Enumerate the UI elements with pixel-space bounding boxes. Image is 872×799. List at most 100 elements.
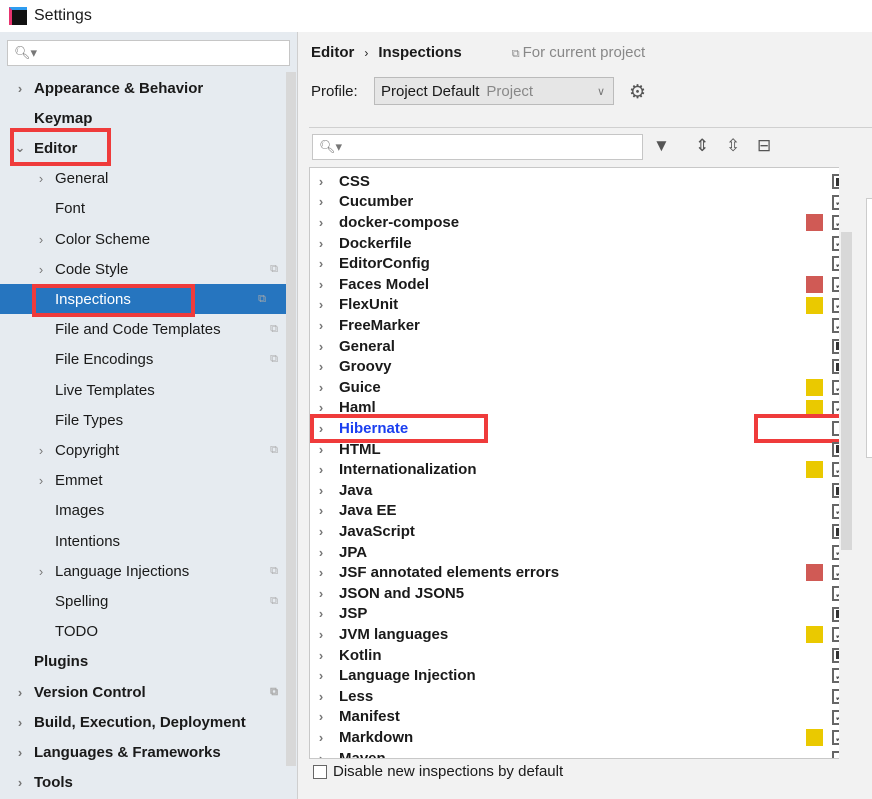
sidebar-item[interactable]: Spelling ⧉ [0,586,298,616]
inspection-row[interactable]: ›Java EE✓ [310,501,847,522]
inspection-row[interactable]: › JSP [310,604,847,625]
chevron-right-icon[interactable]: › [312,462,330,477]
sidebar-item[interactable]: File and Code Templates ⧉ [0,315,298,345]
chevron-right-icon[interactable]: › [312,545,330,560]
chevron-right-icon[interactable]: › [312,359,330,374]
sidebar-item[interactable]: › Color Scheme [0,224,298,254]
chevron-right-icon[interactable]: › [34,262,48,277]
profile-dropdown[interactable]: Project Default Project ∨ [374,77,614,105]
inspection-row[interactable]: › General [310,336,847,357]
inspection-row[interactable]: ›Maven✓ [310,748,847,758]
chevron-right-icon[interactable]: › [312,215,330,230]
chevron-right-icon[interactable]: › [312,174,330,189]
sidebar-item[interactable]: Images [0,496,298,526]
chevron-right-icon[interactable]: › [312,256,330,271]
expand-all-icon[interactable]: ⇕ [695,136,709,156]
inspection-row[interactable]: ›Guice✓ [310,377,847,398]
inspection-row[interactable]: ›docker-compose✓ [310,212,847,233]
inspection-row[interactable]: › CSS [310,171,847,192]
chevron-right-icon[interactable]: › [312,565,330,580]
chevron-right-icon[interactable]: › [312,318,330,333]
chevron-right-icon[interactable]: › [312,483,330,498]
chevron-right-icon[interactable]: › [13,715,27,730]
inspection-row[interactable]: ›JPA✓ [310,542,847,563]
inspection-row[interactable]: › JavaScript [310,521,847,542]
sidebar-item[interactable]: File Types [0,405,298,435]
reset-icon[interactable]: ⊟ [757,136,771,156]
filter-icon[interactable]: ▼ [653,136,670,156]
inspection-row[interactable]: ›JSON and JSON5✓ [310,583,847,604]
inspection-row[interactable]: › Kotlin [310,645,847,666]
inspection-row[interactable]: ›Cucumber✓ [310,192,847,213]
sidebar-item[interactable]: File Encodings ⧉ [0,345,298,375]
chevron-right-icon[interactable]: › [34,473,48,488]
inspection-row[interactable]: ›Markdown✓ [310,727,847,748]
sidebar-item[interactable]: Plugins [0,647,298,677]
sidebar-item[interactable]: TODO [0,617,298,647]
chevron-right-icon[interactable]: › [312,380,330,395]
sidebar-item[interactable]: Font [0,194,298,224]
gear-icon[interactable]: ⚙ [629,81,646,104]
chevron-right-icon[interactable]: › [312,668,330,683]
inspection-row[interactable]: › HTML [310,439,847,460]
inspection-row[interactable]: ›Dockerfile✓ [310,233,847,254]
checkbox-box[interactable] [313,764,327,779]
inspection-row[interactable]: ›EditorConfig✓ [310,253,847,274]
tree-scrollbar-thumb[interactable] [841,232,852,550]
inspection-row[interactable]: ›Language Injection✓ [310,665,847,686]
chevron-right-icon[interactable]: › [312,751,330,758]
chevron-right-icon[interactable]: › [34,171,48,186]
sidebar-item[interactable]: Intentions [0,526,298,556]
inspection-row[interactable]: › Groovy [310,356,847,377]
chevron-right-icon[interactable]: › [312,442,330,457]
sidebar-item[interactable]: › Appearance & Behavior [0,73,298,103]
chevron-right-icon[interactable]: › [312,648,330,663]
sidebar-item[interactable]: Live Templates [0,375,298,405]
sidebar-item[interactable]: › Build, Execution, Deployment [0,707,298,737]
chevron-right-icon[interactable]: › [312,689,330,704]
sidebar-search-input[interactable]: 🔍︎▾ [7,40,290,66]
inspection-row[interactable]: ›FreeMarker✓ [310,315,847,336]
sidebar-item[interactable]: › Copyright ⧉ [0,435,298,465]
chevron-right-icon[interactable]: › [13,775,27,790]
chevron-right-icon[interactable]: › [13,745,27,760]
inspection-row[interactable]: ›JVM languages✓ [310,624,847,645]
breadcrumb-editor[interactable]: Editor [311,44,354,61]
chevron-right-icon[interactable]: › [312,606,330,621]
chevron-right-icon[interactable]: › [312,236,330,251]
chevron-right-icon[interactable]: › [312,400,330,415]
chevron-right-icon[interactable]: › [13,81,27,96]
sidebar-item[interactable]: › Tools [0,768,298,798]
chevron-right-icon[interactable]: › [312,503,330,518]
sidebar-item[interactable]: › Version Control ⧉ [0,677,298,707]
chevron-right-icon[interactable]: › [34,232,48,247]
inspection-row[interactable]: ›JSF annotated elements errors✓ [310,562,847,583]
chevron-right-icon[interactable]: › [312,709,330,724]
inspection-search-input[interactable]: 🔍︎▾ [312,134,643,160]
chevron-right-icon[interactable]: › [312,194,330,209]
sidebar-item[interactable]: › General [0,164,298,194]
chevron-right-icon[interactable]: › [312,524,330,539]
sidebar-item[interactable]: › Languages & Frameworks [0,737,298,767]
sidebar-item[interactable]: › Language Injections ⧉ [0,556,298,586]
inspection-row[interactable]: ›Less✓ [310,686,847,707]
collapse-all-icon[interactable]: ⇳ [726,136,740,156]
chevron-right-icon[interactable]: › [312,730,330,745]
chevron-right-icon[interactable]: › [34,564,48,579]
inspection-row[interactable]: › Java [310,480,847,501]
disable-new-inspections-checkbox[interactable]: Disable new inspections by default [313,763,563,780]
inspection-row[interactable]: ›Manifest✓ [310,707,847,728]
chevron-right-icon[interactable]: › [312,277,330,292]
inspection-row[interactable]: ›FlexUnit✓ [310,295,847,316]
sidebar-scrollbar[interactable] [286,72,296,766]
chevron-right-icon[interactable]: › [312,339,330,354]
chevron-right-icon[interactable]: › [34,443,48,458]
sidebar-item[interactable]: › Emmet [0,466,298,496]
sidebar-item[interactable]: › Code Style ⧉ [0,254,298,284]
inspection-row[interactable]: ›Faces Model✓ [310,274,847,295]
chevron-right-icon[interactable]: › [312,297,330,312]
chevron-right-icon[interactable]: › [13,685,27,700]
inspection-row[interactable]: ›Internationalization✓ [310,459,847,480]
chevron-right-icon[interactable]: › [312,627,330,642]
chevron-right-icon[interactable]: › [312,586,330,601]
